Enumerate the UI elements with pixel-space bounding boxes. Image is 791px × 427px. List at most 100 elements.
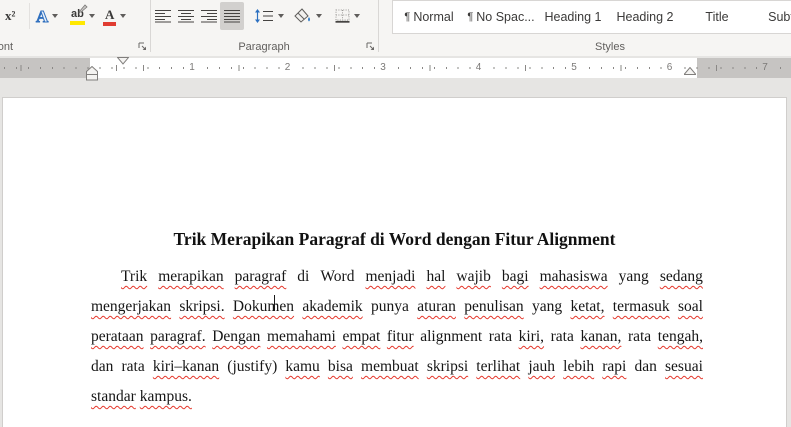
align-left-button[interactable] xyxy=(152,2,175,30)
document-page[interactable]: Trik Merapikan Paragraf di Word dengan F… xyxy=(2,97,787,427)
style-item-label: Title xyxy=(705,10,729,24)
word: Dengan xyxy=(212,328,261,345)
ruler[interactable]: 1 2 3 4 5 6 7 xyxy=(0,56,791,97)
paragraph-dialog-launcher-icon[interactable] xyxy=(365,41,376,52)
word: skripsi xyxy=(426,358,469,375)
word: punya xyxy=(370,298,409,315)
paint-bucket-icon xyxy=(294,8,310,23)
font-color-icon: A xyxy=(103,6,117,26)
word: Word xyxy=(320,268,355,285)
text-highlight-color-button[interactable]: ab xyxy=(67,2,98,30)
style-item-label: No Spac... xyxy=(476,10,535,24)
font-dialog-launcher-icon[interactable] xyxy=(137,41,148,52)
chevron-down-icon xyxy=(354,14,360,18)
word: standar xyxy=(91,388,136,405)
left-indent-marker[interactable] xyxy=(86,66,98,81)
text-cursor xyxy=(274,295,275,311)
justify-button[interactable] xyxy=(220,2,244,30)
word: sedang xyxy=(659,268,703,285)
word: ketat, xyxy=(570,298,605,315)
word: yang xyxy=(618,268,649,285)
align-center-button[interactable] xyxy=(175,2,198,30)
word: mahasiswa xyxy=(539,268,608,285)
text-line: Trik merapikan paragraf di Word menjadi hal waj… xyxy=(121,268,703,298)
text-line: dan rata kiri–kanan (justify) kamu bisa membua… xyxy=(91,358,703,388)
style-item-no-spac-[interactable]: ¶ No Spac... xyxy=(465,10,537,24)
chevron-down-icon xyxy=(88,14,95,18)
word: bisa xyxy=(327,358,353,375)
highlight-icon: ab xyxy=(70,4,88,25)
style-item-label: Heading 2 xyxy=(616,10,674,24)
styles-gallery-items: ¶ Normal ¶ No Spac... Heading 1 Heading 2 Titl… xyxy=(393,10,791,24)
word: kamu xyxy=(285,358,320,375)
word: terlihat xyxy=(476,358,521,375)
style-item-heading-1[interactable]: Heading 1 xyxy=(537,10,609,24)
word: rapi xyxy=(602,358,627,375)
word: skripsi. xyxy=(179,298,225,315)
document-title[interactable]: Trik Merapikan Paragraf di Word dengan F… xyxy=(3,229,786,250)
superscript-icon: x² xyxy=(5,8,16,23)
word: Trik xyxy=(121,268,148,285)
pen-icon xyxy=(77,4,88,13)
word-window: x² A ab A Font xyxy=(0,0,791,427)
ruler-number: 4 xyxy=(471,61,486,75)
word: paragraf. xyxy=(150,328,206,345)
word: merapikan xyxy=(158,268,224,285)
word: rata xyxy=(121,358,145,375)
word: menjadi xyxy=(365,268,416,285)
word: paragraf xyxy=(234,268,287,285)
word: Dokumen xyxy=(232,298,295,315)
style-item-subtitle[interactable]: Subtitle xyxy=(753,10,791,24)
document-paragraph[interactable]: Trik merapikan paragraf di Word menjadi hal waj… xyxy=(91,268,703,418)
superscript-button[interactable]: x² xyxy=(2,2,18,30)
word: bagi xyxy=(501,268,529,285)
word: dan xyxy=(634,358,657,375)
font-color-button[interactable]: A xyxy=(100,2,129,30)
word: akademik xyxy=(302,298,363,315)
text-effects-icon: A xyxy=(35,6,49,26)
text-line: perataan paragraf. Dengan memahami empat fitu… xyxy=(91,328,703,358)
word: sesuai xyxy=(665,358,703,375)
word: wajib xyxy=(456,268,491,285)
right-indent-marker[interactable] xyxy=(684,67,696,75)
align-center-icon xyxy=(178,9,194,23)
pilcrow-icon: ¶ xyxy=(467,11,474,23)
align-right-button[interactable] xyxy=(198,2,221,30)
text-line: mengerjakan skripsi. Dokumen akademik punya a… xyxy=(91,298,703,328)
styles-group-label: Styles xyxy=(595,41,625,53)
word: empat xyxy=(342,328,381,345)
ruler-number: 7 xyxy=(758,61,772,75)
word: hal xyxy=(426,268,446,285)
first-line-indent-marker[interactable] xyxy=(117,57,129,65)
group-separator xyxy=(378,0,379,52)
chevron-down-icon xyxy=(52,14,59,18)
word: di xyxy=(297,268,310,285)
borders-button[interactable] xyxy=(332,2,363,30)
word: kampus. xyxy=(139,388,192,405)
style-item-heading-2[interactable]: Heading 2 xyxy=(609,10,681,24)
pilcrow-icon: ¶ xyxy=(404,11,411,23)
word: lebih xyxy=(563,358,595,375)
style-item-normal[interactable]: ¶ Normal xyxy=(393,10,465,24)
justify-icon xyxy=(223,9,240,23)
shading-button[interactable] xyxy=(290,2,325,30)
align-left-icon xyxy=(155,9,171,23)
word: rata xyxy=(488,328,513,345)
font-group-label: Font xyxy=(0,41,14,53)
chevron-down-icon xyxy=(120,14,127,18)
word: aturan xyxy=(417,298,456,315)
word: rata xyxy=(627,328,652,345)
ruler-number: 6 xyxy=(662,61,677,75)
style-item-label: Heading 1 xyxy=(544,10,602,24)
ruler-number: 3 xyxy=(376,61,390,75)
ruler-number: 1 xyxy=(185,61,199,75)
text-line: standar kampus. xyxy=(91,388,703,418)
word: tengah, xyxy=(657,328,703,345)
word: kiri–kanan xyxy=(152,358,220,375)
line-spacing-button[interactable] xyxy=(251,2,287,30)
text-effects-button[interactable]: A xyxy=(33,2,61,30)
word: yang xyxy=(532,298,563,315)
line-spacing-icon xyxy=(255,9,273,23)
borders-icon xyxy=(335,9,350,23)
style-item-title[interactable]: Title xyxy=(681,10,753,24)
